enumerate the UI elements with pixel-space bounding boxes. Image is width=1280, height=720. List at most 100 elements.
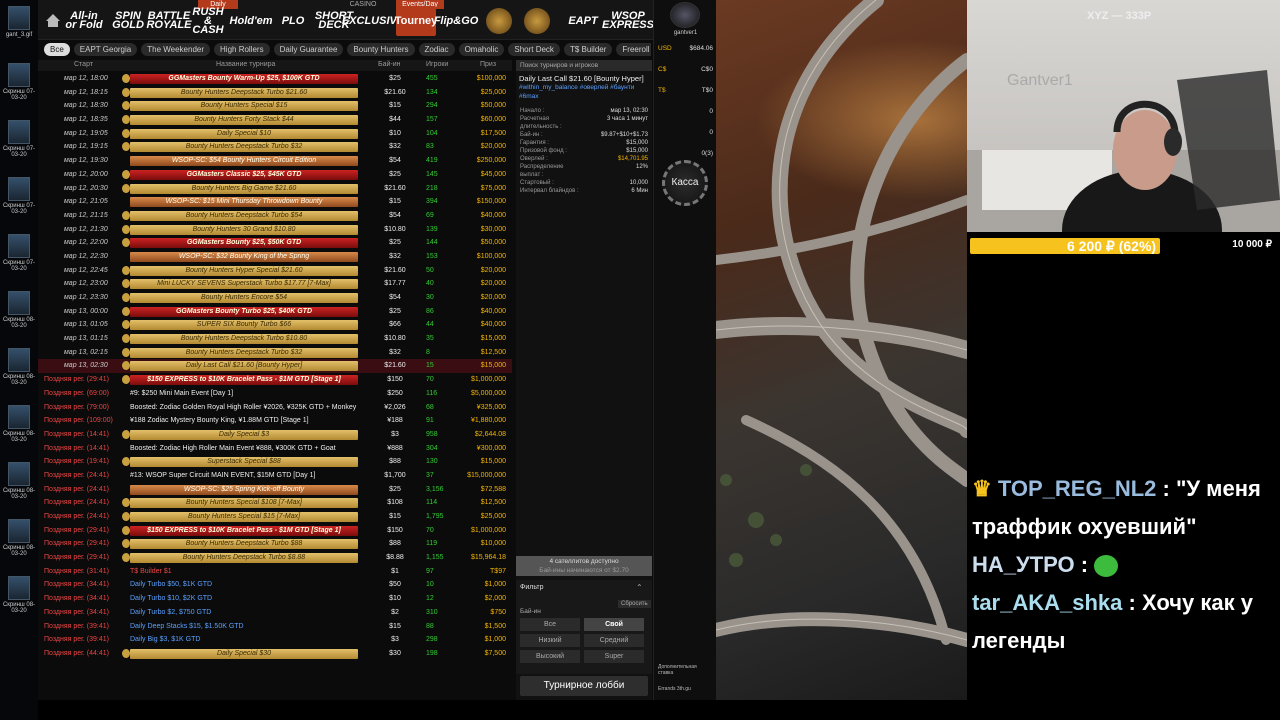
header-start[interactable]: Старт xyxy=(74,61,93,68)
table-row[interactable]: Поздняя рег. (24:41) Bounty Hunters Speci… xyxy=(38,496,512,510)
game-tab[interactable]: BATTLE ROYALE xyxy=(146,6,191,36)
home-icon[interactable] xyxy=(46,14,60,27)
table-row[interactable]: Поздняя рег. (24:41) #13: WSOP Super Circ… xyxy=(38,469,512,483)
table-row[interactable]: мар 12, 20:00 GGMasters Classic $25, $45K… xyxy=(38,168,512,182)
balance-row[interactable]: 0 xyxy=(658,108,713,115)
cashier-button[interactable]: Касса xyxy=(662,160,708,206)
table-row[interactable]: Поздняя рег. (79:00) Boosted: Zodiac Gold… xyxy=(38,401,512,415)
game-tab[interactable]: Flip&GO xyxy=(434,6,479,36)
table-row[interactable]: мар 12, 21:05 WSOP-SC: $15 Mini Thursday … xyxy=(38,195,512,209)
table-row[interactable]: Поздняя рег. (29:41) $150 EXPRESS to $10K… xyxy=(38,524,512,538)
table-row[interactable]: Поздняя рег. (14:41) Boosted: Zodiac High… xyxy=(38,442,512,456)
game-tab[interactable]: Tourney xyxy=(395,6,437,36)
table-row[interactable]: мар 12, 19:30 WSOP-SC: $54 Bounty Hunters… xyxy=(38,154,512,168)
tournament-tags[interactable]: #within_my_balance #оверлей #баунти #6ma… xyxy=(516,83,652,107)
table-row[interactable]: мар 13, 01:05 SUPER SIX Bounty Turbo $66 $… xyxy=(38,318,512,332)
header-name[interactable]: Название турнира xyxy=(216,61,275,68)
table-row[interactable]: мар 12, 22:30 WSOP-SC: $32 Bounty King of… xyxy=(38,250,512,264)
reset-button[interactable]: Сбросить xyxy=(618,600,651,608)
desktop-icon[interactable]: Скринш 07-03-20 xyxy=(1,61,37,121)
desktop-icon[interactable]: Скринш 08-03-20 xyxy=(1,289,37,349)
promo-item-2[interactable]: Errands 3th.gu xyxy=(658,686,713,692)
game-tab[interactable]: SPIN GOLD xyxy=(110,6,146,36)
filter-chip[interactable]: Short Deck xyxy=(508,43,560,56)
table-row[interactable]: Поздняя рег. (39:41) Daily Deep Stacks $1… xyxy=(38,620,512,634)
desktop-icon[interactable]: Скринш 08-03-20 xyxy=(1,460,37,520)
table-row[interactable]: Поздняя рег. (31:41) T$ Builder $1 $1 97 T$9… xyxy=(38,565,512,579)
table-row[interactable]: мар 12, 18:15 Bounty Hunters Deepstack Tu… xyxy=(38,86,512,100)
table-row[interactable]: Поздняя рег. (24:41) Bounty Hunters Speci… xyxy=(38,510,512,524)
table-row[interactable]: мар 12, 19:05 Daily Special $10 $10 104 $17,… xyxy=(38,127,512,141)
balance-row[interactable]: USD $684.06 xyxy=(658,45,713,52)
balance-row[interactable]: 0(3) xyxy=(658,150,713,157)
desktop-icon[interactable]: Скринш 08-03-20 xyxy=(1,346,37,406)
header-prize[interactable]: Приз xyxy=(480,61,496,68)
table-row[interactable]: Поздняя рег. (34:41) Daily Turbo $50, $1K… xyxy=(38,578,512,592)
table-row[interactable]: мар 12, 22:00 GGMasters Bounty $25, $50K … xyxy=(38,236,512,250)
table-row[interactable]: Поздняя рег. (69:00) #9: $250 Mini Main E… xyxy=(38,387,512,401)
table-row[interactable]: мар 12, 18:30 Bounty Hunters Special $15 $… xyxy=(38,99,512,113)
table-row[interactable]: мар 12, 21:30 Bounty Hunters 30 Grand $10… xyxy=(38,223,512,237)
desktop-icon[interactable]: Скринш 07-03-20 xyxy=(1,175,37,235)
table-row[interactable]: Поздняя рег. (39:41) Daily Big $3, $1K GT… xyxy=(38,633,512,647)
desktop-icon[interactable]: Скринш 08-03-20 xyxy=(1,574,37,634)
balance-row[interactable]: C$ C$0 xyxy=(658,66,713,73)
header-players[interactable]: Игроки xyxy=(426,61,448,68)
table-row[interactable]: мар 13, 00:00 GGMasters Bounty Turbo $25,… xyxy=(38,305,512,319)
filter-chip[interactable]: High Rollers xyxy=(214,43,270,56)
table-row[interactable]: мар 12, 18:00 GGMasters Bounty Warm-Up $2… xyxy=(38,72,512,86)
table-row[interactable]: Поздняя рег. (44:41) Daily Special $30 $30… xyxy=(38,647,512,661)
game-tab[interactable]: Hold'em xyxy=(230,6,273,36)
buyin-filter-button[interactable]: Все xyxy=(520,618,580,631)
promo-item[interactable]: Дополнительная ставка xyxy=(658,664,713,676)
desktop-icon[interactable]: Скринш 08-03-20 xyxy=(1,403,37,463)
desktop-icon[interactable]: Скринш 08-03-20 xyxy=(1,517,37,577)
filter-chip[interactable]: Zodiac xyxy=(418,43,455,56)
table-row[interactable]: мар 12, 20:30 Bounty Hunters Big Game $21… xyxy=(38,182,512,196)
buyin-filter-button[interactable]: Свой xyxy=(584,618,644,631)
table-row[interactable]: мар 13, 02:30 Daily Last Call $21.60 [Bou… xyxy=(38,359,512,374)
buyin-filter-button[interactable]: Низкий xyxy=(520,634,580,647)
table-row[interactable]: мар 13, 02:15 Bounty Hunters Deepstack Tu… xyxy=(38,346,512,360)
table-row[interactable]: Поздняя рег. (24:41) WSOP-SC: $25 Spring … xyxy=(38,483,512,497)
filter-chip[interactable]: The Weekender xyxy=(141,43,211,56)
table-row[interactable]: Поздняя рег. (29:41) Bounty Hunters Deeps… xyxy=(38,537,512,551)
filter-chip[interactable]: Daily Guarantee xyxy=(273,43,344,56)
desktop-icon[interactable]: Скринш 07-03-20 xyxy=(1,232,37,292)
game-tab[interactable]: RUSH & CASH xyxy=(190,6,226,36)
table-row[interactable]: Поздняя рег. (34:41) Daily Turbo $10, $2K… xyxy=(38,592,512,606)
table-row[interactable]: мар 12, 19:15 Bounty Hunters Deepstack Tu… xyxy=(38,140,512,154)
filter-chip[interactable]: Omaholic xyxy=(458,43,505,56)
table-row[interactable]: мар 12, 18:35 Bounty Hunters Forty Stack … xyxy=(38,113,512,127)
filter-chip[interactable]: Freeroll xyxy=(616,43,651,56)
game-tab[interactable]: PLO xyxy=(276,6,310,36)
table-row[interactable]: Поздняя рег. (34:41) Daily Turbo $2, $750… xyxy=(38,606,512,620)
desktop-icon[interactable]: Скринш 07-03-20 xyxy=(1,118,37,178)
table-row[interactable]: мар 12, 22:45 Bounty Hunters Hyper Specia… xyxy=(38,264,512,278)
filter-chip[interactable]: Все xyxy=(44,43,70,56)
table-row[interactable]: мар 12, 23:30 Bounty Hunters Encore $54 $5… xyxy=(38,291,512,305)
avatar[interactable] xyxy=(670,2,700,28)
table-row[interactable]: мар 13, 01:15 Bounty Hunters Deepstack Tu… xyxy=(38,332,512,346)
table-row[interactable]: Поздняя рег. (29:41) Bounty Hunters Deeps… xyxy=(38,551,512,565)
chevron-up-icon[interactable]: ⌃ xyxy=(636,583,643,592)
desktop-icon[interactable]: gant_3.gif xyxy=(1,4,37,64)
game-tab[interactable] xyxy=(486,8,512,34)
game-tab[interactable] xyxy=(524,8,550,34)
satellites-bar[interactable]: 4 сателлитов доступно Бай-ины начинаются… xyxy=(516,556,652,576)
buyin-filter-button[interactable]: Super xyxy=(584,650,644,663)
game-tab[interactable]: EAPT xyxy=(566,6,600,36)
filter-chip[interactable]: Bounty Hunters xyxy=(347,43,415,56)
table-row[interactable]: Поздняя рег. (29:41) $150 EXPRESS to $10K… xyxy=(38,373,512,387)
table-row[interactable]: мар 12, 23:00 Mini LUCKY SEVENS Superstac… xyxy=(38,277,512,291)
balance-row[interactable]: 0 xyxy=(658,129,713,136)
buyin-filter-button[interactable]: Высокий xyxy=(520,650,580,663)
game-tab[interactable]: All-in or Fold xyxy=(64,6,104,36)
tournament-lobby-button[interactable]: Турнирное лобби xyxy=(520,676,648,696)
table-row[interactable]: Поздняя рег. (14:41) Daily Special $3 $3 95… xyxy=(38,428,512,442)
balance-row[interactable]: T$ T$0 xyxy=(658,87,713,94)
table-row[interactable]: Поздняя рег. (109:00) ¥188 Zodiac Mystery… xyxy=(38,414,512,428)
table-row[interactable]: Поздняя рег. (19:41) Superstack Special $… xyxy=(38,455,512,469)
game-tab[interactable]: EXCLUSIVE xyxy=(342,6,404,36)
table-row[interactable]: мар 12, 21:15 Bounty Hunters Deepstack Tu… xyxy=(38,209,512,223)
